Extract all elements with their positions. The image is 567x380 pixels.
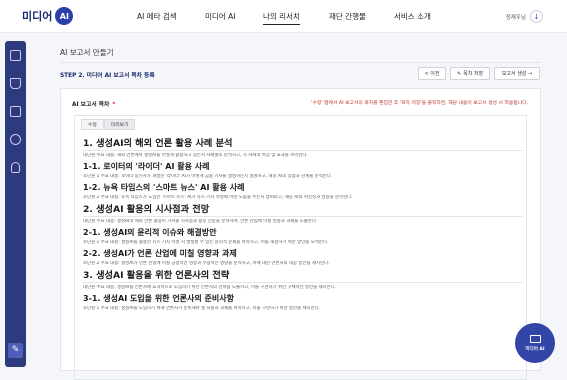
- save-toc-button[interactable]: ✎ 목차 저장: [450, 67, 490, 80]
- divider: [60, 62, 541, 63]
- toc-heading-2: 2-2. 생성AI가 언론 산업에 미칠 영향과 과제: [83, 249, 237, 258]
- user-name: 정재우님: [505, 14, 526, 21]
- bookmark-icon[interactable]: [10, 78, 21, 89]
- sidebar: ✎: [5, 41, 26, 367]
- toc-panel: AI 보고서 목차 * '수정' 탭에서 AI 보고서의 목차를 편집한 후 '목…: [60, 88, 541, 380]
- heading-rule: [83, 216, 523, 217]
- pencil-icon: ✎: [456, 70, 462, 77]
- microphone-icon[interactable]: [11, 162, 20, 173]
- heading-rule: [83, 282, 523, 283]
- prev-button[interactable]: < 이전: [418, 67, 446, 80]
- save-toc-label: 목차 저장: [463, 71, 484, 77]
- pencil-icon[interactable]: ✎: [8, 343, 23, 358]
- toc-heading-1: 2. 생성AI 활용의 시사점과 전망: [83, 204, 210, 215]
- document-icon[interactable]: [10, 50, 21, 61]
- toc-description: 대단원 주요 내용: 생성AI의 해외 언론 활용이 가져올 시사점과 향후 전…: [83, 219, 318, 224]
- chevron-down-icon[interactable]: ↓: [530, 10, 543, 23]
- toc-heading-1: 3. 생성AI 활용을 위한 언론사의 전략: [83, 270, 230, 281]
- page-title: AI 보고서 만들기: [60, 48, 114, 57]
- fab-label: 미디어 AI: [525, 346, 545, 352]
- required-mark: *: [112, 102, 116, 108]
- step-title: STEP 2. 미디어 AI 보고서 목차 등록: [60, 73, 155, 79]
- nav-service-intro[interactable]: 서비스 소개: [394, 11, 431, 22]
- toc-description: 소단원 2 주요 내용: 뉴욕 타임스가 도입한 '스마트 뉴스' AI가 뉴스…: [83, 195, 353, 200]
- toc-description: 소단원 1 주요 내용: 로이터 통신사가 개발한 '라이더' AI가 어떻게 …: [83, 174, 333, 179]
- tab-preview[interactable]: 미리보기: [103, 119, 136, 130]
- toc-label-text: AI 보고서 목차: [72, 102, 110, 108]
- media-ai-chat-button[interactable]: 미디어 AI: [515, 323, 555, 363]
- toc-heading-2: 1-1. 로이터의 '라이더' AI 활용 사례: [83, 162, 210, 171]
- chat-icon: [529, 334, 541, 343]
- heading-rule: [83, 150, 523, 151]
- main-nav: AI 메타 검색 미디어 AI 나의 리서치 재단 간행물 서비스 소개: [0, 11, 567, 25]
- toc-heading-2: 2-1. 생성AI의 윤리적 이슈와 해결방안: [83, 228, 217, 237]
- user-menu[interactable]: 정재우님 ↓: [506, 10, 543, 23]
- toc-description: 대단원 주요 내용: 해외 언론에서 생성AI를 어떻게 활용하고 있는지 사례…: [83, 153, 308, 158]
- nav-ai-meta-search[interactable]: AI 메타 검색: [137, 11, 177, 22]
- toc-document: 1. 생성AI의 해외 언론 활용 사례 분석대단원 주요 내용: 해외 언론에…: [83, 138, 523, 312]
- toc-description: 소단원 2 주요 내용: 생성AI가 언론 산업에 미칠 긍정적인 영향과 부정…: [83, 261, 330, 266]
- toc-label: AI 보고서 목차 *: [72, 99, 115, 108]
- toc-description: 소단원 1 주요 내용: 생성AI를 활용한 뉴스 기사 작성 시 발생할 수 …: [83, 240, 329, 245]
- editor-tabs: 수정 미리보기: [81, 119, 136, 131]
- nav-my-research[interactable]: 나의 리서치: [263, 11, 300, 25]
- toc-description: 대단원 주요 내용: 생성AI를 언론사에 효과적으로 도입하기 위한 언론사의…: [83, 285, 337, 290]
- nav-publications[interactable]: 재단 간행물: [329, 11, 366, 22]
- toc-editor: 수정 미리보기 1. 생성AI의 해외 언론 활용 사례 분석대단원 주요 내용…: [74, 115, 527, 380]
- tab-edit[interactable]: 수정: [81, 119, 104, 130]
- toc-heading-2: 1-2. 뉴욕 타임스의 '스마트 뉴스' AI 활용 사례: [83, 183, 245, 192]
- toc-description: 소단원 1 주요 내용: 생성AI를 도입하기 위해 언론사가 준비해야 할 사…: [83, 306, 321, 311]
- attachment-icon[interactable]: [10, 134, 21, 145]
- text-icon[interactable]: [10, 106, 21, 117]
- toc-hint: '수정' 탭에서 AI 보고서의 목차를 편집한 후 '목차 저장'을 클릭하면…: [311, 101, 528, 106]
- toc-heading-1: 1. 생성AI의 해외 언론 활용 사례 분석: [83, 138, 233, 149]
- top-navigation-bar: 미디어 AI AI 메타 검색 미디어 AI 나의 리서치 재단 간행물 서비스…: [0, 0, 567, 33]
- toc-heading-2: 3-1. 생성AI 도입을 위한 언론사의 준비사항: [83, 294, 234, 303]
- nav-media-ai[interactable]: 미디어 AI: [205, 11, 235, 22]
- generate-report-button[interactable]: 보고서 생성 →: [494, 67, 540, 80]
